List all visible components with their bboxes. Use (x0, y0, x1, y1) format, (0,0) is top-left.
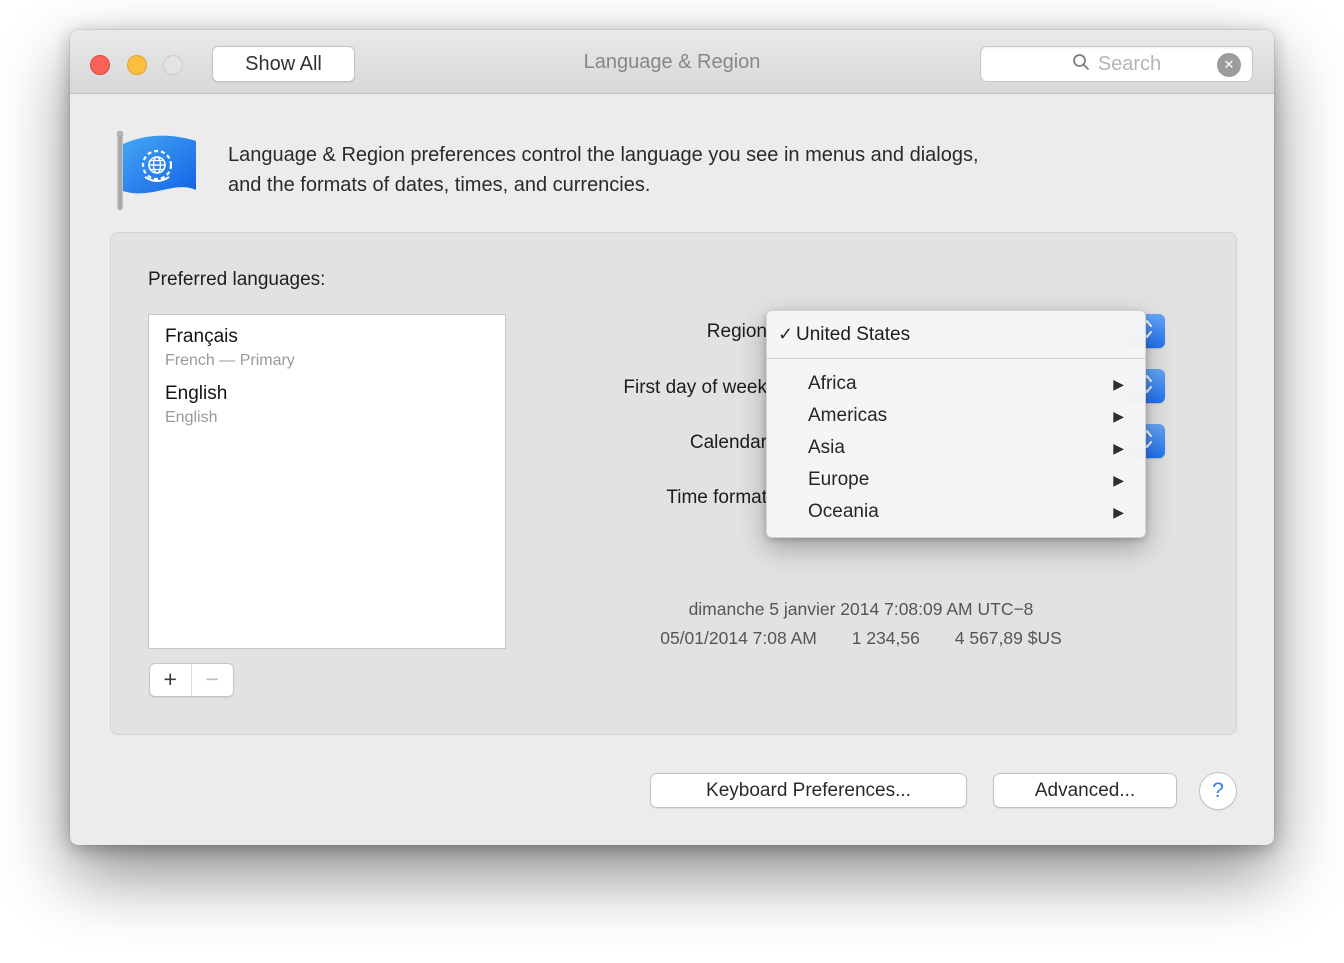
time-format-label: Time format (437, 487, 767, 509)
language-detail: French — Primary (165, 352, 489, 370)
search-clear-icon[interactable]: ✕ (1217, 53, 1241, 77)
menu-item-asia[interactable]: Asia ▶ (767, 432, 1145, 464)
sample-number: 1 234,56 (852, 628, 920, 648)
sample-long-date: dimanche 5 janvier 2014 7:08:09 AM UTC−8 (441, 599, 1281, 620)
toolbar: Language & Region Show All Search ✕ (70, 30, 1274, 94)
close-button[interactable] (90, 55, 110, 75)
un-flag-icon (112, 128, 200, 217)
description-line-2: and the formats of dates, times, and cur… (228, 170, 979, 200)
description-line-1: Language & Region preferences control th… (228, 140, 979, 170)
menu-item-label: Asia (808, 437, 845, 458)
menu-item-label: Africa (808, 373, 857, 394)
keyboard-preferences-button[interactable]: Keyboard Preferences... (650, 773, 967, 808)
add-language-button[interactable]: + (150, 664, 192, 696)
format-samples: dimanche 5 janvier 2014 7:08:09 AM UTC−8… (441, 599, 1281, 649)
menu-item-americas[interactable]: Americas ▶ (767, 400, 1145, 432)
calendar-label: Calendar (437, 432, 767, 454)
submenu-arrow-icon: ▶ (1113, 496, 1124, 528)
first-day-of-week-label: First day of week (437, 377, 767, 399)
menu-item-label: Europe (808, 469, 869, 490)
pane-description: Language & Region preferences control th… (228, 140, 979, 200)
submenu-arrow-icon: ▶ (1113, 464, 1124, 496)
menu-item-label: Oceania (808, 501, 879, 522)
menu-item-africa[interactable]: Africa ▶ (767, 368, 1145, 400)
sample-currency: 4 567,89 $US (955, 628, 1062, 648)
checkmark-icon: ✓ (767, 324, 796, 345)
submenu-arrow-icon: ▶ (1113, 368, 1124, 400)
menu-item-united-states[interactable]: ✓ United States (767, 311, 1145, 358)
preferences-window: Language & Region Show All Search ✕ (70, 30, 1274, 845)
region-dropdown-menu: ✓ United States Africa ▶ Americas ▶ Asia… (766, 310, 1146, 538)
menu-item-list: Africa ▶ Americas ▶ Asia ▶ Europe ▶ Ocea… (767, 359, 1145, 537)
list-edit-controls: + − (149, 663, 234, 697)
language-detail: English (165, 409, 489, 427)
sample-short-date: 05/01/2014 7:08 AM (660, 628, 817, 648)
menu-item-europe[interactable]: Europe ▶ (767, 464, 1145, 496)
search-input[interactable]: Search ✕ (980, 46, 1253, 82)
search-icon (1072, 53, 1090, 76)
preferred-languages-label: Preferred languages: (148, 269, 325, 291)
minimize-button[interactable] (127, 55, 147, 75)
menu-item-oceania[interactable]: Oceania ▶ (767, 496, 1145, 528)
submenu-arrow-icon: ▶ (1113, 400, 1124, 432)
show-all-button[interactable]: Show All (212, 46, 355, 82)
search-placeholder: Search (1098, 53, 1161, 76)
help-button[interactable]: ? (1199, 772, 1237, 810)
zoom-button (163, 55, 183, 75)
submenu-arrow-icon: ▶ (1113, 432, 1124, 464)
menu-item-label: United States (796, 324, 910, 346)
advanced-button[interactable]: Advanced... (993, 773, 1177, 808)
remove-language-button[interactable]: − (192, 664, 234, 696)
sample-short-formats: 05/01/2014 7:08 AM 1 234,56 4 567,89 $US (441, 628, 1281, 649)
menu-item-label: Americas (808, 405, 887, 426)
region-label: Region (437, 321, 767, 343)
